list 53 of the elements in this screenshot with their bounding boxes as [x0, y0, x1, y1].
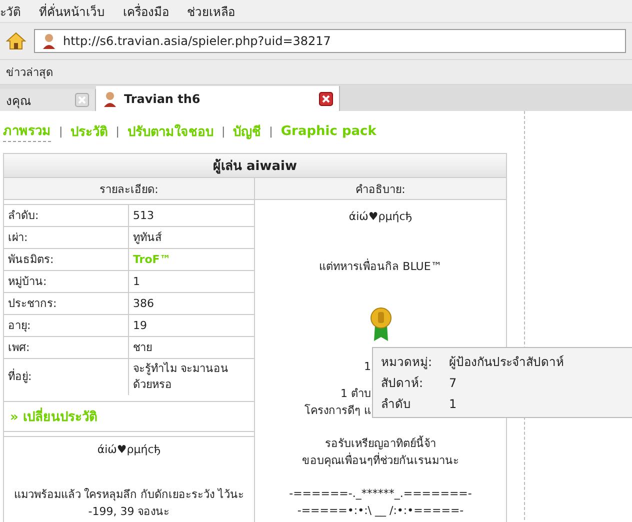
site-icon	[102, 90, 118, 106]
description-text: άiώ♥ρμήcђ	[348, 209, 412, 225]
description-text: άiώ♥ρμήcђ	[97, 442, 161, 458]
nav-separator: |	[269, 124, 273, 138]
nav-separator: |	[221, 124, 226, 138]
table-cell: พันธมิตร:	[4, 249, 129, 270]
table-cell-text: ทูทันส์	[132, 230, 163, 246]
tooltip-value: ผู้ป้องกันประจำสัปดาห์	[449, 354, 565, 371]
description-text: ขอบคุณเพื่อนๆที่ช่วยกันเรนมานะ	[302, 452, 459, 469]
tooltip-value: 1	[449, 396, 458, 410]
table-cell: ลำดับ:	[4, 205, 129, 226]
description-text: แต่ทหารเพื่อนกิล BLUE™	[319, 258, 442, 275]
table-cell: ที่อยู่:	[4, 359, 129, 395]
menu-item[interactable]: เครื่องมือ	[123, 2, 169, 20]
description-text: -199, 39 จองนะ	[88, 504, 170, 520]
column-header: คำอธิบาย:	[255, 178, 506, 200]
table-cell-text: 386	[132, 296, 155, 312]
table-cell: เพศ:	[4, 337, 129, 358]
table-cell-text: 513	[132, 208, 155, 224]
description-text: -======-._******_.=======-	[289, 486, 472, 502]
nav-separator: |	[116, 124, 120, 138]
tooltip-label: หมวดหมู่:	[381, 354, 434, 371]
table-cell-text: จะรู้ทำไม จะมานอน ด้วยหรอ	[132, 361, 230, 393]
table-title: ผู้เล่น aiwaiw	[4, 154, 506, 178]
description-text: รอรับเหรียญอาทิตย์นี้จ้า	[325, 435, 436, 452]
close-icon[interactable]	[319, 92, 333, 106]
table-cell-text: ชาย	[132, 340, 153, 356]
tooltip-label: สัปดาห์:	[381, 375, 424, 392]
menu-item[interactable]: ะวัติ	[0, 2, 21, 20]
home-icon[interactable]	[6, 32, 26, 50]
nav-separator: |	[59, 124, 63, 138]
description-text: แมวพร้อมแล้ว ใครหลุมลึก กับดักเยอะระวัง ไว้นะ	[14, 487, 244, 503]
description-text: 1 ตำบ	[340, 386, 371, 402]
column-header: รายละเอียด:	[4, 178, 254, 200]
description-text: 1	[364, 359, 371, 375]
menu-item[interactable]: ช่วยเหลือ	[187, 2, 235, 20]
tooltip-label: ลำดับ	[381, 396, 412, 413]
address-field[interactable]: http://s6.travian.asia/spieler.php?uid=38217	[34, 29, 626, 53]
tooltip-value: 7	[449, 376, 458, 390]
table-cell: เผ่า:	[4, 227, 129, 248]
site-icon	[41, 33, 57, 49]
menu-item[interactable]: ที่คั่นหน้าเว็บ	[39, 2, 105, 20]
table-cell: ประชากร:	[4, 293, 129, 314]
bookmark-item[interactable]: ข่าวล่าสุด	[6, 63, 53, 81]
table-cell: อายุ:	[4, 315, 129, 336]
table-cell: หมู่บ้าน:	[4, 271, 129, 292]
medal-icon	[370, 307, 392, 343]
browser-tab[interactable]: งคุณ	[0, 89, 96, 111]
table-cell-text: 19	[132, 318, 148, 334]
description-text: โครงการดีๆ แ	[304, 403, 371, 419]
description-text: -=====•:•:\ __ /:•:•=====-	[297, 503, 464, 519]
table-cell-text: 1	[132, 274, 141, 290]
browser-tab[interactable]: Travian th6	[96, 86, 340, 111]
